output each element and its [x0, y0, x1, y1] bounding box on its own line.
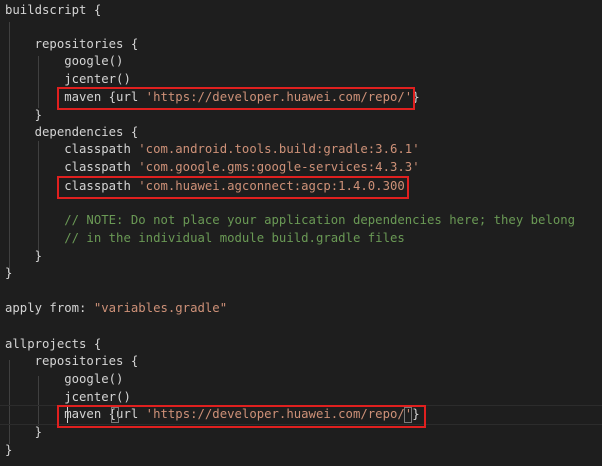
code-line[interactable]: apply from: "variables.gradle" — [5, 300, 227, 317]
code-token: google() — [5, 372, 124, 386]
code-line[interactable]: allprojects { — [5, 336, 101, 353]
code-token: apply from: — [5, 301, 94, 315]
code-line[interactable]: classpath 'com.google.gms:google-service… — [5, 159, 420, 176]
bracket-match-close — [404, 407, 412, 423]
string-token: 'com.google.gms:google-services:4.3.3' — [138, 160, 420, 174]
code-token: } — [5, 266, 13, 280]
code-token: } — [5, 425, 43, 439]
string-token: "variables.gradle" — [93, 301, 228, 315]
code-line[interactable]: // NOTE: Do not place your application d… — [5, 212, 575, 229]
code-token: google() — [5, 54, 124, 68]
code-line[interactable]: // in the individual module build.gradle… — [5, 230, 405, 247]
code-token: allprojects { — [5, 337, 102, 351]
code-editor[interactable]: buildscript { repositories { google() jc… — [0, 0, 602, 466]
code-line[interactable]: } — [5, 424, 42, 441]
code-line[interactable]: repositories { — [5, 353, 139, 370]
code-token: buildscript { — [5, 3, 102, 17]
comment-token: // NOTE: Do not place your application d… — [5, 213, 576, 227]
bracket-match-open — [111, 407, 119, 423]
code-token: repositories { — [5, 354, 139, 368]
comment-token: // in the individual module build.gradle… — [5, 231, 405, 245]
code-line[interactable]: repositories { — [5, 36, 139, 53]
code-line[interactable]: } — [5, 442, 12, 459]
code-line[interactable]: } — [5, 248, 42, 265]
code-line[interactable]: buildscript { — [5, 2, 101, 19]
text-cursor — [67, 407, 68, 423]
code-line[interactable]: } — [5, 107, 42, 124]
highlight-box-maven-repo-buildscript — [57, 87, 415, 110]
code-token: dependencies { — [5, 125, 139, 139]
code-line[interactable]: classpath 'com.android.tools.build:gradl… — [5, 141, 420, 158]
code-token: classpath — [5, 160, 139, 174]
highlight-box-agcp-classpath — [57, 176, 409, 199]
code-line[interactable]: jcenter() — [5, 71, 131, 88]
code-line[interactable]: } — [5, 265, 12, 282]
code-line[interactable]: google() — [5, 53, 123, 70]
code-line[interactable]: google() — [5, 371, 123, 388]
code-token: } — [5, 443, 13, 457]
string-token: 'com.android.tools.build:gradle:3.6.1' — [138, 142, 420, 156]
code-line[interactable]: dependencies { — [5, 124, 139, 141]
code-token: } — [5, 249, 43, 263]
code-token: classpath — [5, 142, 139, 156]
code-token: jcenter() — [5, 72, 131, 86]
code-token: repositories { — [5, 37, 139, 51]
code-token: jcenter() — [5, 390, 131, 404]
code-token: } — [5, 108, 43, 122]
code-line[interactable]: jcenter() — [5, 389, 131, 406]
